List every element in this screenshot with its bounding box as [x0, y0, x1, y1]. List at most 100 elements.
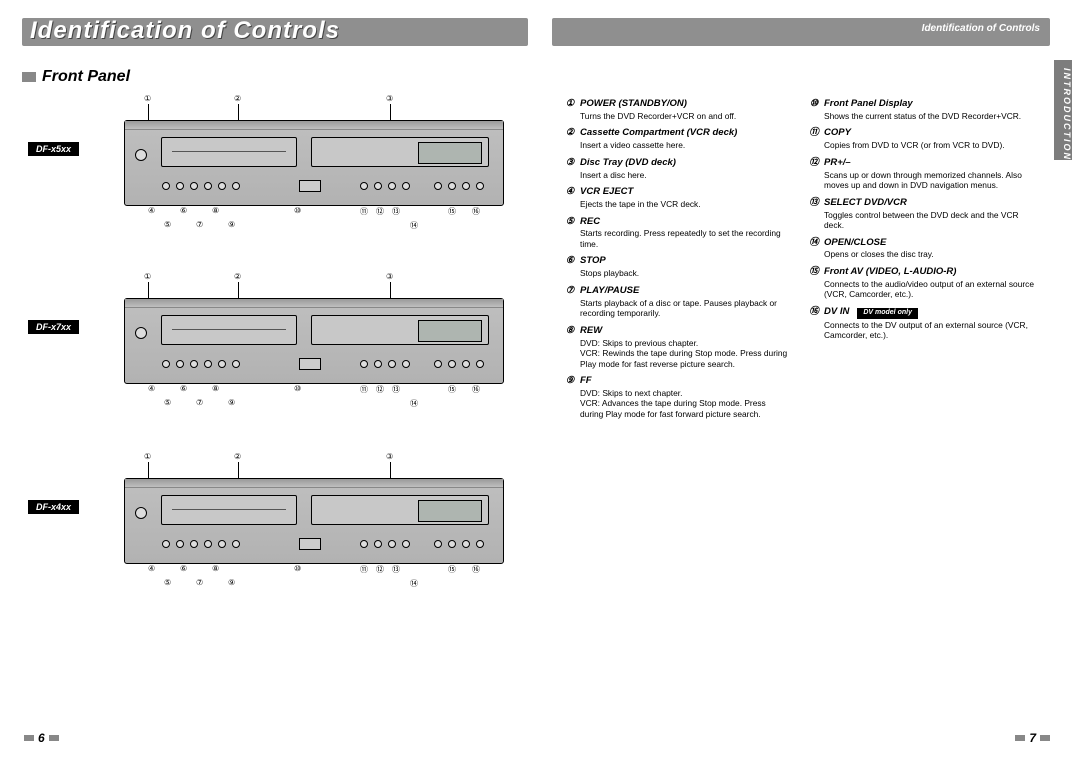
definition-number: ⑮: [808, 266, 820, 278]
device-figure-3: ① ② ③: [124, 452, 504, 600]
definition-item: ⑤ RECStarts recording. Press repeatedly t…: [564, 216, 790, 250]
page-bullet-icon: [49, 735, 59, 741]
callout-7: ⑦: [196, 220, 203, 229]
definition-title: REW: [580, 325, 602, 337]
callout-7: ⑦: [196, 578, 203, 587]
definition-number: ⑫: [808, 157, 820, 169]
definition-heading: ②Cassette Compartment (VCR deck): [564, 127, 790, 139]
top-callouts: ① ② ③: [124, 94, 504, 120]
callout-9: ⑨: [228, 578, 235, 587]
definition-body: Insert a disc here.: [564, 170, 790, 181]
definition-heading: ⑫ PR+/–: [808, 157, 1034, 169]
definition-title: REC: [580, 216, 600, 228]
top-banner-right: Identification of Controls: [552, 18, 1050, 46]
model-tag-2: DF-x7xx: [28, 320, 79, 334]
definition-item: ⑧REWDVD: Skips to previous chapter. VCR:…: [564, 325, 790, 369]
page-right: Identification of Controls INTRODUCTION …: [540, 0, 1080, 763]
callout-8: ⑧: [212, 206, 219, 215]
callout-9: ⑨: [228, 220, 235, 229]
display-icon: [418, 320, 482, 342]
definition-title: VCR EJECT: [580, 186, 633, 198]
device-figure-1: ① ② ③: [124, 94, 504, 242]
definition-item: ⑩Front Panel DisplayShows the current st…: [808, 98, 1034, 121]
definition-item: ⑦PLAY/PAUSEStarts playback of a disc or …: [564, 285, 790, 319]
definition-item: ⑬ SELECT DVD/VCRToggles control between t…: [808, 197, 1034, 231]
definition-title: FF: [580, 375, 592, 387]
callout-8: ⑧: [212, 564, 219, 573]
definition-body: Starts recording. Press repeatedly to se…: [564, 228, 790, 249]
definition-body: Shows the current status of the DVD Reco…: [808, 111, 1034, 122]
banner-subtitle: Identification of Controls: [922, 23, 1040, 34]
definition-title: STOP: [580, 255, 606, 267]
definition-heading: ⑮ Front AV (VIDEO, L-AUDIO-R): [808, 266, 1034, 278]
page-left: Identification of Controls Front Panel D…: [0, 0, 540, 763]
device-body: [124, 298, 504, 384]
control-row: [159, 535, 495, 553]
definition-title: SELECT DVD/VCR: [824, 197, 907, 209]
definition-heading: ⑪COPY: [808, 127, 1034, 139]
callout-14: ⑭: [410, 398, 418, 409]
definition-heading: ⑥STOP: [564, 255, 790, 267]
definition-body: Turns the DVD Recorder+VCR on and off.: [564, 111, 790, 122]
definition-title: POWER (STANDBY/ON): [580, 98, 687, 110]
definition-item: ⑮ Front AV (VIDEO, L-AUDIO-R)Connects to …: [808, 266, 1034, 300]
definition-body: Insert a video cassette here.: [564, 140, 790, 151]
callout-6: ⑥: [180, 564, 187, 573]
definition-body: DVD: Skips to previous chapter. VCR: Rew…: [564, 338, 790, 370]
callout-7: ⑦: [196, 398, 203, 407]
definition-item: ③Disc Tray (DVD deck)Insert a disc here.: [564, 157, 790, 180]
definition-body: Stops playback.: [564, 268, 790, 279]
definition-title: DV IN: [824, 306, 849, 318]
callout-8: ⑧: [212, 384, 219, 393]
definition-item: ⑯DV INDV model onlyConnects to the DV ou…: [808, 306, 1034, 341]
callout-1: ①: [144, 94, 151, 103]
page-number-right: 7: [1015, 731, 1050, 745]
definition-item: ⑪COPYCopies from DVD to VCR (or from VCR…: [808, 127, 1034, 150]
section-title: Front Panel: [42, 68, 130, 86]
definition-number: ⑬: [808, 197, 820, 209]
definition-heading: ⑩Front Panel Display: [808, 98, 1034, 110]
display-icon: [418, 500, 482, 522]
definition-number: ④: [564, 186, 576, 198]
callout-5: ⑤: [164, 220, 171, 229]
side-tab-introduction: INTRODUCTION: [1054, 60, 1072, 160]
callout-3: ③: [386, 94, 393, 103]
page-bullet-icon: [24, 735, 34, 741]
definition-title: PR+/–: [824, 157, 851, 169]
definition-body: Copies from DVD to VCR (or from VCR to D…: [808, 140, 1034, 151]
definition-number: ⑪: [808, 127, 820, 139]
callout-2: ②: [234, 272, 241, 281]
definition-title: PLAY/PAUSE: [580, 285, 639, 297]
callout-2: ②: [234, 94, 241, 103]
callout-11: ⑪: [360, 384, 368, 395]
callout-4: ④: [148, 384, 155, 393]
model-tag-3: DF-x4xx: [28, 500, 79, 514]
model-tag-1: DF-x5xx: [28, 142, 79, 156]
definition-number: ⑭: [808, 237, 820, 249]
vcr-slot-icon: [161, 315, 297, 345]
page-bullet-icon: [1040, 735, 1050, 741]
banner-title: Identification of Controls: [30, 17, 340, 45]
callout-10: ⑩: [294, 384, 301, 393]
dvd-tray-icon: [311, 315, 489, 345]
page-number-value: 6: [38, 731, 45, 745]
section-heading: Front Panel: [22, 68, 130, 86]
definition-heading: ⑨FF: [564, 375, 790, 387]
page-number-value: 7: [1029, 731, 1036, 745]
definition-body: Ejects the tape in the VCR deck.: [564, 199, 790, 210]
definition-number: ⑤: [564, 216, 576, 228]
definition-title: Front AV (VIDEO, L-AUDIO-R): [824, 266, 956, 278]
page-spread: Identification of Controls Front Panel D…: [0, 0, 1080, 763]
callout-2: ②: [234, 452, 241, 461]
definition-body: Toggles control between the DVD deck and…: [808, 210, 1034, 231]
device-body: [124, 120, 504, 206]
definition-body: DVD: Skips to next chapter. VCR: Advance…: [564, 388, 790, 420]
definition-number: ⑦: [564, 285, 576, 297]
definition-body: Opens or closes the disc tray.: [808, 249, 1034, 260]
callout-11: ⑪: [360, 564, 368, 575]
definition-item: ④ VCR EJECTEjects the tape in the VCR dec…: [564, 186, 790, 209]
callout-10: ⑩: [294, 206, 301, 215]
device-figure-2: ① ② ③: [124, 272, 504, 420]
page-number-left: 6: [24, 731, 59, 745]
definition-body: Connects to the audio/video output of an…: [808, 279, 1034, 300]
